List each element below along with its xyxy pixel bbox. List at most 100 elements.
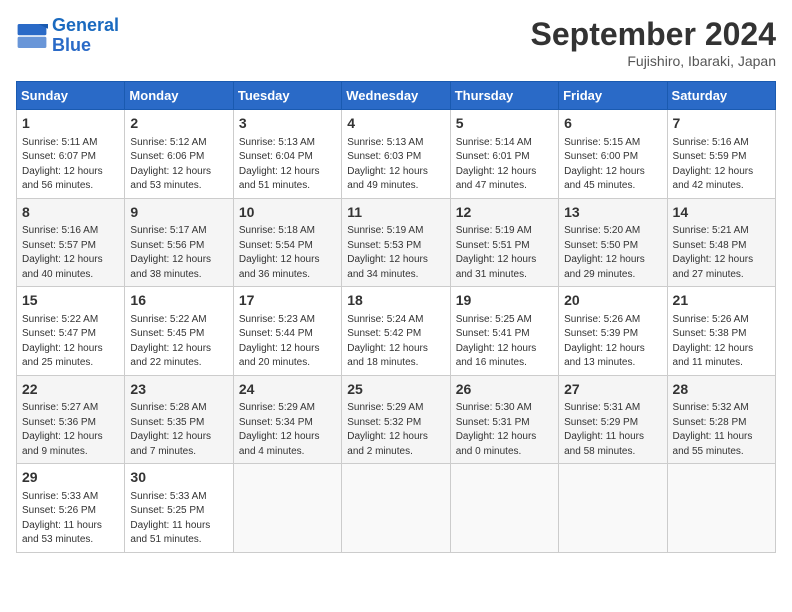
day-number: 1: [22, 114, 119, 134]
calendar-week-row: 15Sunrise: 5:22 AMSunset: 5:47 PMDayligh…: [17, 287, 776, 376]
table-row: [450, 464, 558, 553]
table-row: 7Sunrise: 5:16 AMSunset: 5:59 PMDaylight…: [667, 110, 775, 199]
table-row: 22Sunrise: 5:27 AMSunset: 5:36 PMDayligh…: [17, 375, 125, 464]
table-row: 14Sunrise: 5:21 AMSunset: 5:48 PMDayligh…: [667, 198, 775, 287]
day-info: Sunrise: 5:28 AMSunset: 5:35 PMDaylight:…: [130, 401, 227, 459]
calendar-header-row: Sunday Monday Tuesday Wednesday Thursday…: [17, 82, 776, 110]
col-saturday: Saturday: [667, 82, 775, 110]
day-info: Sunrise: 5:26 AMSunset: 5:39 PMDaylight:…: [564, 313, 661, 371]
day-info: Sunrise: 5:33 AMSunset: 5:26 PMDaylight:…: [22, 490, 119, 548]
day-number: 21: [673, 291, 770, 311]
table-row: [667, 464, 775, 553]
col-wednesday: Wednesday: [342, 82, 450, 110]
day-number: 17: [239, 291, 336, 311]
day-number: 24: [239, 380, 336, 400]
col-tuesday: Tuesday: [233, 82, 341, 110]
day-info: Sunrise: 5:16 AMSunset: 5:59 PMDaylight:…: [673, 136, 770, 194]
day-info: Sunrise: 5:15 AMSunset: 6:00 PMDaylight:…: [564, 136, 661, 194]
day-info: Sunrise: 5:29 AMSunset: 5:34 PMDaylight:…: [239, 401, 336, 459]
logo-text: General Blue: [52, 16, 119, 56]
day-number: 9: [130, 203, 227, 223]
day-info: Sunrise: 5:21 AMSunset: 5:48 PMDaylight:…: [673, 224, 770, 282]
table-row: 6Sunrise: 5:15 AMSunset: 6:00 PMDaylight…: [559, 110, 667, 199]
logo-line2: Blue: [52, 35, 91, 55]
day-number: 8: [22, 203, 119, 223]
table-row: 3Sunrise: 5:13 AMSunset: 6:04 PMDaylight…: [233, 110, 341, 199]
day-number: 18: [347, 291, 444, 311]
day-number: 27: [564, 380, 661, 400]
table-row: [559, 464, 667, 553]
table-row: 2Sunrise: 5:12 AMSunset: 6:06 PMDaylight…: [125, 110, 233, 199]
month-title: September 2024: [531, 16, 776, 53]
table-row: 27Sunrise: 5:31 AMSunset: 5:29 PMDayligh…: [559, 375, 667, 464]
day-number: 10: [239, 203, 336, 223]
table-row: 10Sunrise: 5:18 AMSunset: 5:54 PMDayligh…: [233, 198, 341, 287]
logo-icon: [16, 22, 48, 50]
day-info: Sunrise: 5:25 AMSunset: 5:41 PMDaylight:…: [456, 313, 553, 371]
table-row: 8Sunrise: 5:16 AMSunset: 5:57 PMDaylight…: [17, 198, 125, 287]
col-monday: Monday: [125, 82, 233, 110]
calendar-week-row: 8Sunrise: 5:16 AMSunset: 5:57 PMDaylight…: [17, 198, 776, 287]
table-row: [342, 464, 450, 553]
day-number: 16: [130, 291, 227, 311]
day-number: 11: [347, 203, 444, 223]
day-number: 20: [564, 291, 661, 311]
title-block: September 2024 Fujishiro, Ibaraki, Japan: [531, 16, 776, 69]
day-info: Sunrise: 5:26 AMSunset: 5:38 PMDaylight:…: [673, 313, 770, 371]
logo-line1: General: [52, 15, 119, 35]
table-row: 19Sunrise: 5:25 AMSunset: 5:41 PMDayligh…: [450, 287, 558, 376]
day-info: Sunrise: 5:31 AMSunset: 5:29 PMDaylight:…: [564, 401, 661, 459]
day-number: 14: [673, 203, 770, 223]
col-thursday: Thursday: [450, 82, 558, 110]
day-number: 12: [456, 203, 553, 223]
table-row: 16Sunrise: 5:22 AMSunset: 5:45 PMDayligh…: [125, 287, 233, 376]
day-info: Sunrise: 5:32 AMSunset: 5:28 PMDaylight:…: [673, 401, 770, 459]
day-number: 26: [456, 380, 553, 400]
table-row: 13Sunrise: 5:20 AMSunset: 5:50 PMDayligh…: [559, 198, 667, 287]
day-number: 30: [130, 468, 227, 488]
table-row: 12Sunrise: 5:19 AMSunset: 5:51 PMDayligh…: [450, 198, 558, 287]
day-number: 15: [22, 291, 119, 311]
table-row: 30Sunrise: 5:33 AMSunset: 5:25 PMDayligh…: [125, 464, 233, 553]
day-number: 28: [673, 380, 770, 400]
day-info: Sunrise: 5:22 AMSunset: 5:45 PMDaylight:…: [130, 313, 227, 371]
day-info: Sunrise: 5:24 AMSunset: 5:42 PMDaylight:…: [347, 313, 444, 371]
day-info: Sunrise: 5:18 AMSunset: 5:54 PMDaylight:…: [239, 224, 336, 282]
day-info: Sunrise: 5:30 AMSunset: 5:31 PMDaylight:…: [456, 401, 553, 459]
day-number: 22: [22, 380, 119, 400]
day-number: 25: [347, 380, 444, 400]
day-number: 3: [239, 114, 336, 134]
table-row: 21Sunrise: 5:26 AMSunset: 5:38 PMDayligh…: [667, 287, 775, 376]
table-row: 24Sunrise: 5:29 AMSunset: 5:34 PMDayligh…: [233, 375, 341, 464]
day-number: 13: [564, 203, 661, 223]
day-info: Sunrise: 5:11 AMSunset: 6:07 PMDaylight:…: [22, 136, 119, 194]
day-info: Sunrise: 5:17 AMSunset: 5:56 PMDaylight:…: [130, 224, 227, 282]
table-row: 18Sunrise: 5:24 AMSunset: 5:42 PMDayligh…: [342, 287, 450, 376]
table-row: 28Sunrise: 5:32 AMSunset: 5:28 PMDayligh…: [667, 375, 775, 464]
day-info: Sunrise: 5:14 AMSunset: 6:01 PMDaylight:…: [456, 136, 553, 194]
day-number: 23: [130, 380, 227, 400]
day-number: 2: [130, 114, 227, 134]
day-number: 4: [347, 114, 444, 134]
table-row: 4Sunrise: 5:13 AMSunset: 6:03 PMDaylight…: [342, 110, 450, 199]
day-info: Sunrise: 5:20 AMSunset: 5:50 PMDaylight:…: [564, 224, 661, 282]
table-row: 20Sunrise: 5:26 AMSunset: 5:39 PMDayligh…: [559, 287, 667, 376]
table-row: 15Sunrise: 5:22 AMSunset: 5:47 PMDayligh…: [17, 287, 125, 376]
table-row: 5Sunrise: 5:14 AMSunset: 6:01 PMDaylight…: [450, 110, 558, 199]
calendar-week-row: 22Sunrise: 5:27 AMSunset: 5:36 PMDayligh…: [17, 375, 776, 464]
table-row: 11Sunrise: 5:19 AMSunset: 5:53 PMDayligh…: [342, 198, 450, 287]
col-friday: Friday: [559, 82, 667, 110]
col-sunday: Sunday: [17, 82, 125, 110]
day-info: Sunrise: 5:13 AMSunset: 6:03 PMDaylight:…: [347, 136, 444, 194]
day-number: 5: [456, 114, 553, 134]
table-row: 29Sunrise: 5:33 AMSunset: 5:26 PMDayligh…: [17, 464, 125, 553]
calendar-week-row: 1Sunrise: 5:11 AMSunset: 6:07 PMDaylight…: [17, 110, 776, 199]
table-row: [233, 464, 341, 553]
day-info: Sunrise: 5:33 AMSunset: 5:25 PMDaylight:…: [130, 490, 227, 548]
day-info: Sunrise: 5:29 AMSunset: 5:32 PMDaylight:…: [347, 401, 444, 459]
day-info: Sunrise: 5:22 AMSunset: 5:47 PMDaylight:…: [22, 313, 119, 371]
day-info: Sunrise: 5:23 AMSunset: 5:44 PMDaylight:…: [239, 313, 336, 371]
day-info: Sunrise: 5:19 AMSunset: 5:53 PMDaylight:…: [347, 224, 444, 282]
logo: General Blue: [16, 16, 119, 56]
day-info: Sunrise: 5:27 AMSunset: 5:36 PMDaylight:…: [22, 401, 119, 459]
